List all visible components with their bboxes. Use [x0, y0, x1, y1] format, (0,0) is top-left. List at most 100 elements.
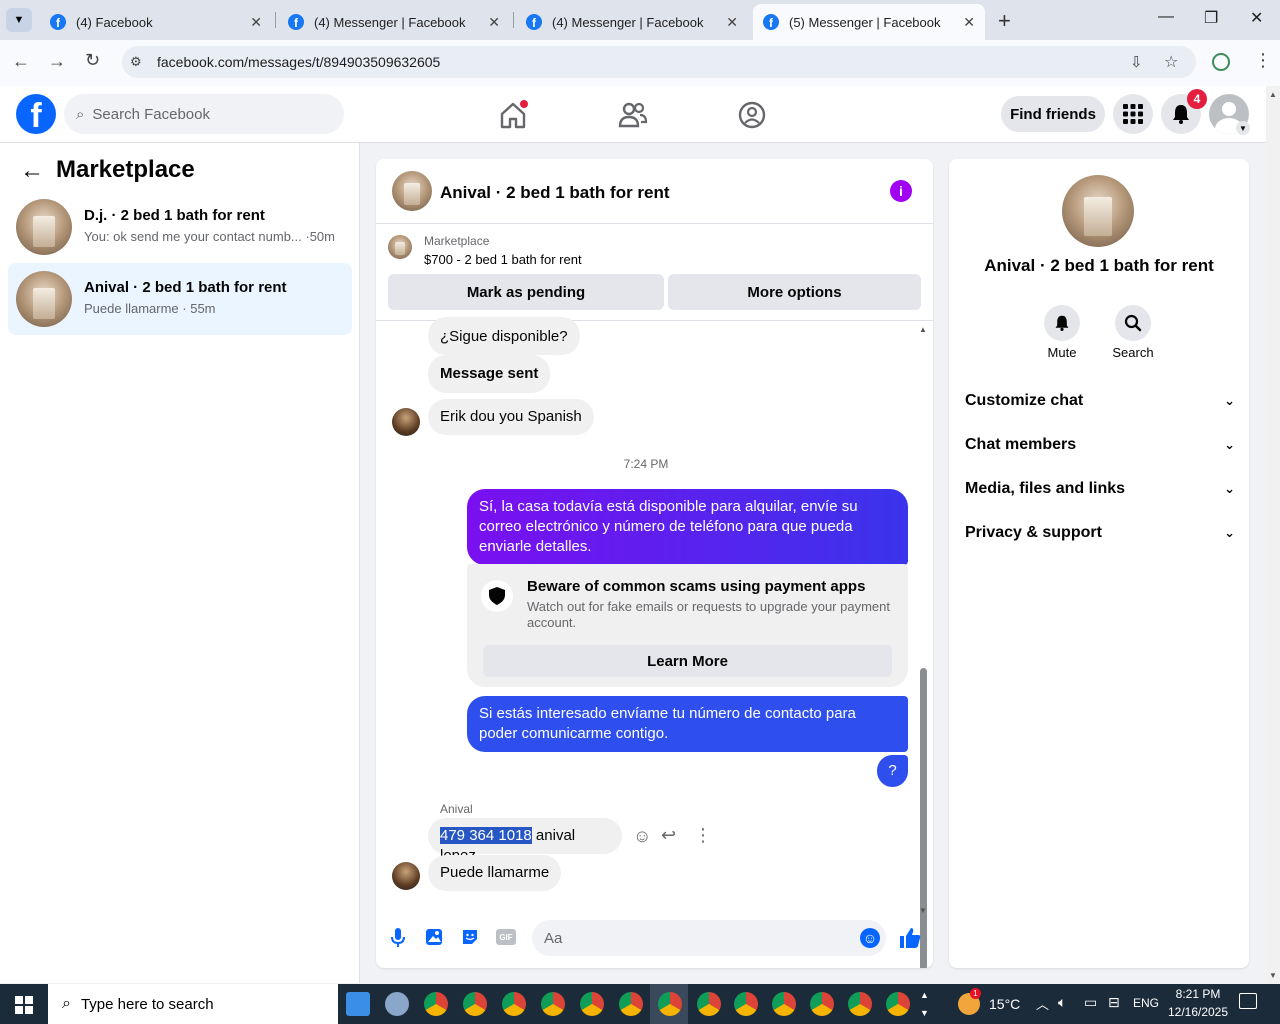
- outgoing-message[interactable]: ?: [877, 755, 908, 787]
- conversation-item-dj[interactable]: D.j. · 2 bed 1 bath for rent You: ok sen…: [8, 191, 352, 263]
- close-tab-icon[interactable]: ✕: [488, 14, 500, 31]
- listing-mini-thumbnail: [388, 235, 412, 259]
- clock-date[interactable]: 12/16/2025: [1162, 1005, 1234, 1019]
- message-more-icon[interactable]: ⋮: [694, 825, 712, 846]
- customize-chat-section[interactable]: Customize chat ⌄: [965, 389, 1235, 413]
- menu-grid-button[interactable]: [1113, 94, 1153, 134]
- sender-avatar[interactable]: [392, 862, 420, 890]
- chrome-icon[interactable]: [502, 992, 526, 1016]
- friends-icon[interactable]: [618, 100, 648, 130]
- chat-members-section[interactable]: Chat members ⌄: [965, 433, 1235, 457]
- notification-center-icon[interactable]: [1239, 993, 1257, 1009]
- groups-icon[interactable]: [737, 100, 767, 130]
- mark-as-pending-button[interactable]: Mark as pending: [388, 274, 664, 310]
- app-icon[interactable]: [385, 992, 409, 1016]
- reply-icon[interactable]: ↩: [661, 825, 676, 846]
- tray-chevron-up-icon[interactable]: ︿: [1036, 994, 1049, 1013]
- clock-time[interactable]: 8:21 PM: [1166, 987, 1230, 1001]
- windows-start-icon[interactable]: [15, 996, 33, 1014]
- incoming-message[interactable]: Puede llamarme: [428, 855, 562, 891]
- input-language[interactable]: ENG: [1133, 996, 1159, 1010]
- sender-name: Anival: [440, 802, 473, 816]
- minimize-icon[interactable]: —: [1158, 8, 1174, 26]
- close-tab-icon[interactable]: ✕: [250, 14, 262, 31]
- listing-price[interactable]: $700 - 2 bed 1 bath for rent: [424, 252, 582, 267]
- privacy-support-section[interactable]: Privacy & support ⌄: [965, 521, 1235, 545]
- chrome-icon[interactable]: [541, 992, 565, 1016]
- restore-icon[interactable]: ❐: [1204, 8, 1218, 28]
- display-icon[interactable]: ▭: [1084, 994, 1097, 1011]
- incoming-message[interactable]: ¿Sigue disponible?: [428, 317, 580, 355]
- search-facebook-input[interactable]: ⌕ Search Facebook: [64, 94, 344, 134]
- react-emoji-icon[interactable]: ☺: [633, 826, 651, 847]
- site-settings-icon[interactable]: ⚙: [130, 54, 142, 70]
- sticker-icon[interactable]: [460, 927, 480, 947]
- mute-button[interactable]: [1044, 305, 1080, 341]
- network-icon[interactable]: ⊟: [1108, 994, 1120, 1011]
- taskbar-scroll-arrows[interactable]: ▲ ▼: [920, 986, 929, 1022]
- close-window-icon[interactable]: ✕: [1250, 8, 1263, 28]
- install-app-icon[interactable]: ⇩: [1130, 53, 1143, 71]
- page-scrollbar[interactable]: ▲ ▼: [1266, 86, 1280, 984]
- selected-phone-number[interactable]: 479 364 1018: [440, 827, 532, 844]
- chrome-icon[interactable]: [886, 992, 910, 1016]
- new-tab-plus-icon[interactable]: +: [998, 8, 1011, 34]
- facebook-logo-icon[interactable]: f: [16, 94, 56, 134]
- chat-listing-thumbnail[interactable]: [392, 171, 432, 211]
- bookmark-star-icon[interactable]: ☆: [1164, 52, 1178, 72]
- back-arrow-icon[interactable]: ←: [20, 157, 44, 185]
- forward-arrow-icon[interactable]: →: [48, 51, 66, 72]
- browser-tab-3[interactable]: f (4) Messenger | Facebook ✕: [516, 4, 748, 40]
- conversation-info-icon[interactable]: i: [890, 180, 912, 202]
- address-bar[interactable]: ⚙ facebook.com/messages/t/89490350963260…: [122, 46, 1196, 78]
- reload-icon[interactable]: ↻: [85, 50, 100, 71]
- home-icon[interactable]: [498, 100, 528, 130]
- outgoing-message[interactable]: Sí, la casa todavía está disponible para…: [467, 489, 908, 565]
- emoji-icon[interactable]: ☺: [860, 928, 880, 948]
- find-friends-button[interactable]: Find friends: [1001, 96, 1105, 132]
- more-options-button[interactable]: More options: [668, 274, 921, 310]
- message-input[interactable]: Aa ☺: [532, 920, 886, 956]
- chrome-icon[interactable]: [848, 992, 872, 1016]
- gif-icon[interactable]: GIF: [496, 929, 516, 945]
- account-chevron-down-icon[interactable]: ▼: [1236, 121, 1250, 135]
- close-tab-icon[interactable]: ✕: [726, 14, 738, 31]
- profile-icon[interactable]: [1212, 53, 1230, 71]
- chrome-icon[interactable]: [734, 992, 758, 1016]
- incoming-message-phone[interactable]: 479 364 1018 anival lopez: [428, 818, 622, 864]
- conversation-item-anival[interactable]: Anival · 2 bed 1 bath for rent Puede lla…: [8, 263, 352, 335]
- back-arrow-icon[interactable]: ←: [12, 51, 30, 72]
- tab-search-button[interactable]: ▼: [6, 8, 32, 32]
- outgoing-message[interactable]: Si estás interesado envíame tu número de…: [467, 696, 908, 752]
- chrome-icon[interactable]: [697, 992, 721, 1016]
- close-tab-icon[interactable]: ✕: [963, 14, 975, 31]
- thumbs-up-icon[interactable]: [898, 926, 922, 950]
- browser-menu-icon[interactable]: ⋮: [1254, 50, 1272, 71]
- microphone-icon[interactable]: [390, 928, 406, 948]
- chat-scrollbar[interactable]: ▲ ▼: [917, 325, 929, 968]
- browser-tab-1[interactable]: f (4) Facebook ✕: [40, 4, 272, 40]
- chat-title[interactable]: Anival · 2 bed 1 bath for rent: [440, 183, 670, 203]
- taskbar-search-box[interactable]: ⌕ Type here to search: [48, 984, 338, 1024]
- listing-photo[interactable]: [1062, 175, 1134, 247]
- chevron-down-icon: ⌄: [1224, 481, 1235, 496]
- weather-temperature[interactable]: 15°C: [989, 996, 1020, 1012]
- media-files-links-section[interactable]: Media, files and links ⌄: [965, 477, 1235, 501]
- chrome-icon[interactable]: [580, 992, 604, 1016]
- volume-icon[interactable]: 🔈︎: [1058, 994, 1066, 1011]
- browser-tab-4[interactable]: f (5) Messenger | Facebook ✕: [753, 4, 985, 40]
- chrome-icon[interactable]: [772, 992, 796, 1016]
- chrome-icon[interactable]: [463, 992, 487, 1016]
- chrome-icon[interactable]: [424, 992, 448, 1016]
- learn-more-button[interactable]: Learn More: [483, 645, 892, 677]
- incoming-message[interactable]: Message sent: [428, 355, 551, 393]
- browser-tab-2[interactable]: f (4) Messenger | Facebook ✕: [278, 4, 510, 40]
- search-in-chat-button[interactable]: [1115, 305, 1151, 341]
- sender-avatar[interactable]: [392, 408, 420, 436]
- chrome-icon[interactable]: [619, 992, 643, 1016]
- chrome-icon-active[interactable]: [658, 992, 682, 1016]
- chrome-icon[interactable]: [810, 992, 834, 1016]
- incoming-message[interactable]: Erik dou you Spanish: [428, 399, 594, 435]
- photo-icon[interactable]: [424, 927, 444, 947]
- file-explorer-icon[interactable]: [346, 992, 370, 1016]
